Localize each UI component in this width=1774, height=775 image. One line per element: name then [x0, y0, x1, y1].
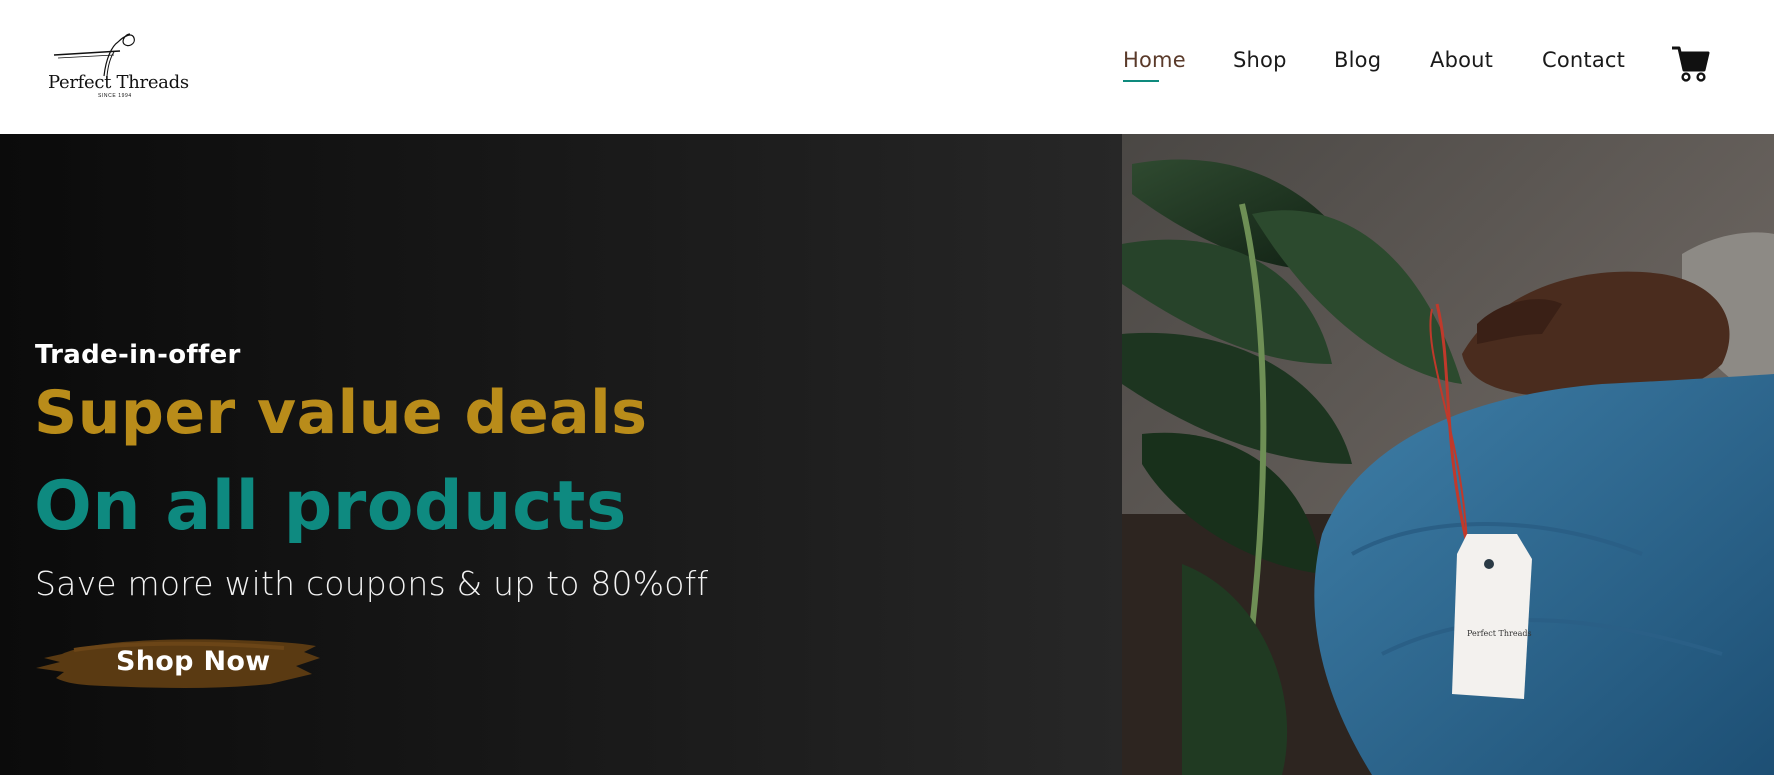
nav-home-label: Home — [1123, 48, 1186, 72]
nav-contact-label: Contact — [1542, 48, 1626, 72]
hero-product-photo: Perfect Threads — [1122, 134, 1774, 775]
main-nav: Home Shop Blog About Contact — [0, 48, 1774, 88]
hero-banner: Perfect Threads Trade-in-offer Super val… — [0, 134, 1774, 775]
hero-subtext: Save more with coupons & up to 80%off — [35, 564, 709, 603]
nav-shop-label: Shop — [1233, 48, 1287, 72]
nav-home[interactable]: Home — [1123, 48, 1186, 82]
shopping-cart-icon[interactable] — [1670, 44, 1710, 84]
site-header: Perfect Threads SINCE 1994 Home Shop Blo… — [0, 0, 1774, 134]
nav-about[interactable]: About — [1430, 48, 1493, 72]
nav-about-label: About — [1430, 48, 1494, 72]
active-indicator — [1123, 80, 1159, 82]
nav-contact[interactable]: Contact — [1542, 48, 1625, 72]
hero-eyebrow: Trade-in-offer — [35, 340, 241, 370]
shop-now-button[interactable]: Shop Now — [34, 628, 324, 698]
jeans-price-tag-image: Perfect Threads — [1122, 134, 1774, 775]
tag-brand-text: Perfect Threads — [1467, 629, 1532, 638]
hero-headline-2: On all products — [34, 467, 627, 546]
logo-tagline: SINCE 1994 — [98, 93, 132, 99]
hero-headline-1: Super value deals — [34, 378, 648, 448]
nav-blog-label: Blog — [1334, 48, 1382, 72]
nav-shop[interactable]: Shop — [1233, 48, 1287, 72]
shop-now-label: Shop Now — [116, 646, 271, 677]
nav-blog[interactable]: Blog — [1334, 48, 1381, 72]
